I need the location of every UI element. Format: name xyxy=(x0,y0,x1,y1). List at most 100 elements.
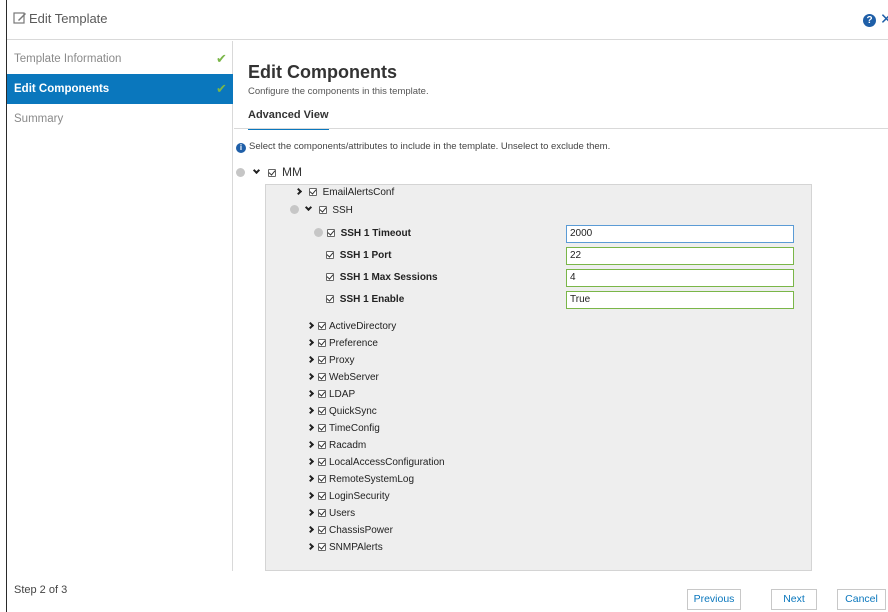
tree-root-label: MM xyxy=(282,165,303,179)
tree-node[interactable]: Preference xyxy=(306,336,378,352)
chevron-right-icon[interactable] xyxy=(306,338,315,347)
status-dot-icon xyxy=(290,205,299,214)
ssh-attr-max-sessions[interactable]: SSH 1 Max Sessions xyxy=(326,270,438,286)
tree-node[interactable]: TimeConfig xyxy=(306,421,380,437)
checkbox[interactable] xyxy=(326,251,334,259)
cancel-button[interactable]: Cancel xyxy=(837,589,886,610)
checkbox[interactable] xyxy=(318,441,326,449)
page-subtitle: Configure the components in this templat… xyxy=(248,86,429,97)
step-edit-components[interactable]: Edit Components ✔ xyxy=(7,74,233,104)
chevron-right-icon[interactable] xyxy=(306,525,315,534)
tree-node[interactable]: Racadm xyxy=(306,438,367,454)
checkbox[interactable] xyxy=(318,390,326,398)
ssh-port-input[interactable]: 22 xyxy=(566,247,794,265)
chevron-right-icon[interactable] xyxy=(306,389,315,398)
chevron-right-icon[interactable] xyxy=(306,508,315,517)
info-icon: i xyxy=(236,143,246,153)
node-label: Preference xyxy=(329,338,378,349)
tree-node-ssh[interactable]: SSH xyxy=(290,203,353,219)
tree-node[interactable]: WebServer xyxy=(306,370,379,386)
checkbox[interactable] xyxy=(326,273,334,281)
checkbox[interactable] xyxy=(318,424,326,432)
node-label: ChassisPower xyxy=(329,525,393,536)
help-icon[interactable]: ? xyxy=(863,14,876,27)
chevron-right-icon[interactable] xyxy=(306,542,315,551)
chevron-down-icon[interactable] xyxy=(253,166,261,175)
chevron-right-icon[interactable] xyxy=(306,406,315,415)
ssh-attr-enable[interactable]: SSH 1 Enable xyxy=(326,292,404,308)
node-label: Users xyxy=(329,508,356,519)
title-bar: Edit Template ? ✕ xyxy=(7,0,888,40)
checkbox[interactable] xyxy=(267,169,276,177)
checkbox[interactable] xyxy=(308,188,317,196)
checkbox[interactable] xyxy=(318,356,326,364)
chevron-right-icon[interactable] xyxy=(306,474,315,483)
tab-advanced-view[interactable]: Advanced View xyxy=(248,109,329,130)
tab-divider xyxy=(234,128,888,129)
chevron-right-icon[interactable] xyxy=(306,491,315,500)
chevron-right-icon[interactable] xyxy=(306,321,315,330)
tree-node-emailalertsconf[interactable]: EmailAlertsConf xyxy=(294,185,395,201)
previous-button[interactable]: Previous xyxy=(687,589,741,610)
node-label: RemoteSystemLog xyxy=(329,474,415,485)
status-dot-icon xyxy=(236,168,245,177)
tree-node[interactable]: Proxy xyxy=(306,353,355,369)
tree-node[interactable]: Users xyxy=(306,506,356,522)
attr-label: SSH 1 Port xyxy=(339,250,392,261)
tree-node[interactable]: SNMPAlerts xyxy=(306,540,383,556)
component-tree-panel[interactable]: EmailAlertsConf SSH SSH 1 Timeout 2000 S… xyxy=(265,184,812,571)
checkbox[interactable] xyxy=(318,407,326,415)
checkbox[interactable] xyxy=(318,458,326,466)
checkmark-icon: ✔ xyxy=(216,51,227,66)
checkbox[interactable] xyxy=(318,373,326,381)
checkbox[interactable] xyxy=(318,322,326,330)
checkbox[interactable] xyxy=(318,339,326,347)
tree-node[interactable]: LocalAccessConfiguration xyxy=(306,455,445,471)
step-counter: Step 2 of 3 xyxy=(14,584,68,596)
checkbox[interactable] xyxy=(318,475,326,483)
checkbox[interactable] xyxy=(318,526,326,534)
node-label: WebServer xyxy=(329,372,379,383)
ssh-max-sessions-input[interactable]: 4 xyxy=(566,269,794,287)
step-template-information[interactable]: Template Information ✔ xyxy=(7,44,233,74)
chevron-right-icon[interactable] xyxy=(294,187,303,196)
checkbox[interactable] xyxy=(318,206,327,214)
node-label: TimeConfig xyxy=(329,423,380,434)
checkbox[interactable] xyxy=(318,492,326,500)
tree-node[interactable]: QuickSync xyxy=(306,404,377,420)
node-label: LDAP xyxy=(329,389,356,400)
step-label: Template Information xyxy=(14,53,122,65)
checkbox[interactable] xyxy=(326,229,335,237)
chevron-right-icon[interactable] xyxy=(306,423,315,432)
info-message: i Select the components/attributes to inc… xyxy=(236,141,610,153)
checkbox[interactable] xyxy=(326,295,334,303)
next-button[interactable]: Next xyxy=(771,589,817,610)
tree-node[interactable]: LDAP xyxy=(306,387,356,403)
tree-node[interactable]: RemoteSystemLog xyxy=(306,472,415,488)
chevron-down-icon[interactable] xyxy=(304,203,312,212)
node-label: SSH xyxy=(332,205,353,216)
close-icon[interactable]: ✕ xyxy=(880,10,888,28)
attr-label: SSH 1 Max Sessions xyxy=(339,272,438,283)
checkbox[interactable] xyxy=(318,543,326,551)
step-label: Edit Components xyxy=(14,83,110,95)
tree-node[interactable]: ActiveDirectory xyxy=(306,319,396,335)
ssh-attr-timeout[interactable]: SSH 1 Timeout xyxy=(314,226,411,242)
chevron-right-icon[interactable] xyxy=(306,372,315,381)
chevron-right-icon[interactable] xyxy=(306,440,315,449)
checkbox[interactable] xyxy=(318,509,326,517)
node-label: SNMPAlerts xyxy=(329,542,383,553)
window-title: Edit Template xyxy=(29,11,108,26)
node-label: LocalAccessConfiguration xyxy=(329,457,445,468)
tree-node[interactable]: LoginSecurity xyxy=(306,489,390,505)
tree-node[interactable]: ChassisPower xyxy=(306,523,393,539)
node-label: Racadm xyxy=(329,440,367,451)
ssh-attr-port[interactable]: SSH 1 Port xyxy=(326,248,391,264)
ssh-timeout-input[interactable]: 2000 xyxy=(566,225,794,243)
node-label: EmailAlertsConf xyxy=(322,187,395,198)
main-content: Edit Components Configure the components… xyxy=(234,41,888,571)
chevron-right-icon[interactable] xyxy=(306,457,315,466)
ssh-enable-input[interactable]: True xyxy=(566,291,794,309)
step-summary[interactable]: Summary xyxy=(7,104,233,134)
chevron-right-icon[interactable] xyxy=(306,355,315,364)
